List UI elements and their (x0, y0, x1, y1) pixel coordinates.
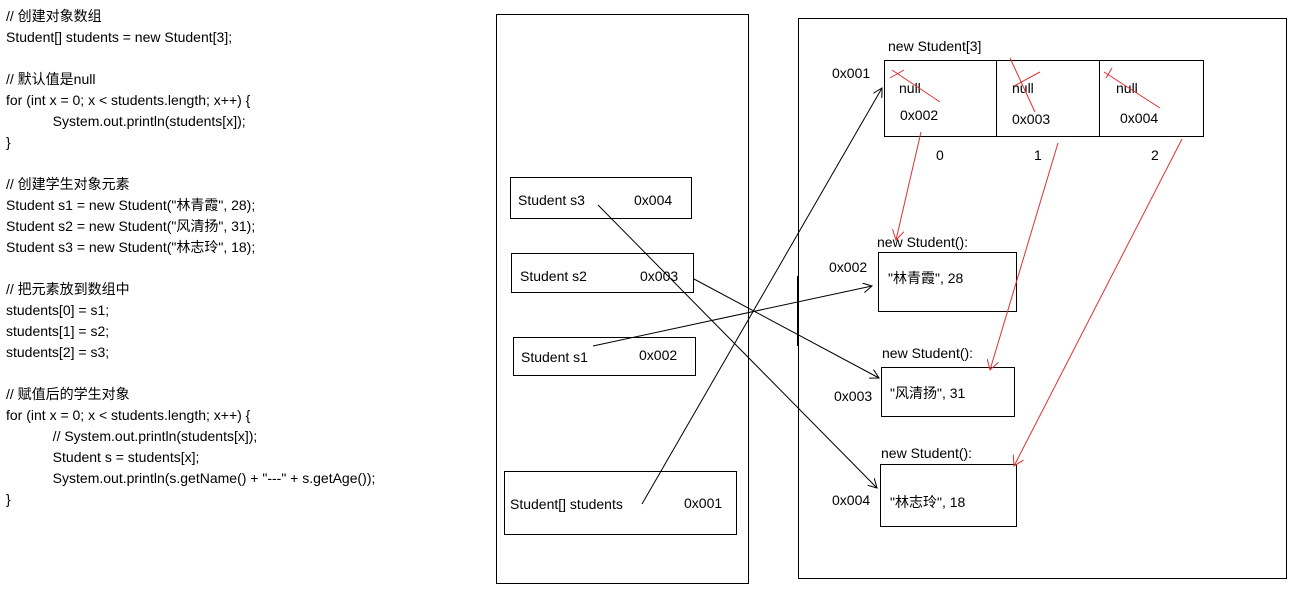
null-strike-0 (891, 69, 941, 103)
ref-arrow-students (641, 88, 882, 505)
null-strike-1 (1009, 57, 1036, 113)
ref-arrow-s3 (597, 204, 877, 488)
pointer-arrow-2 (1014, 138, 1183, 466)
pointer-arrow-0 (896, 131, 922, 240)
null-strike-2 (1103, 71, 1161, 109)
ref-arrow-s2 (693, 278, 879, 378)
pointer-arrow-1 (990, 142, 1059, 370)
connectors-layer (592, 57, 1183, 505)
ref-arrow-s1 (592, 286, 872, 347)
